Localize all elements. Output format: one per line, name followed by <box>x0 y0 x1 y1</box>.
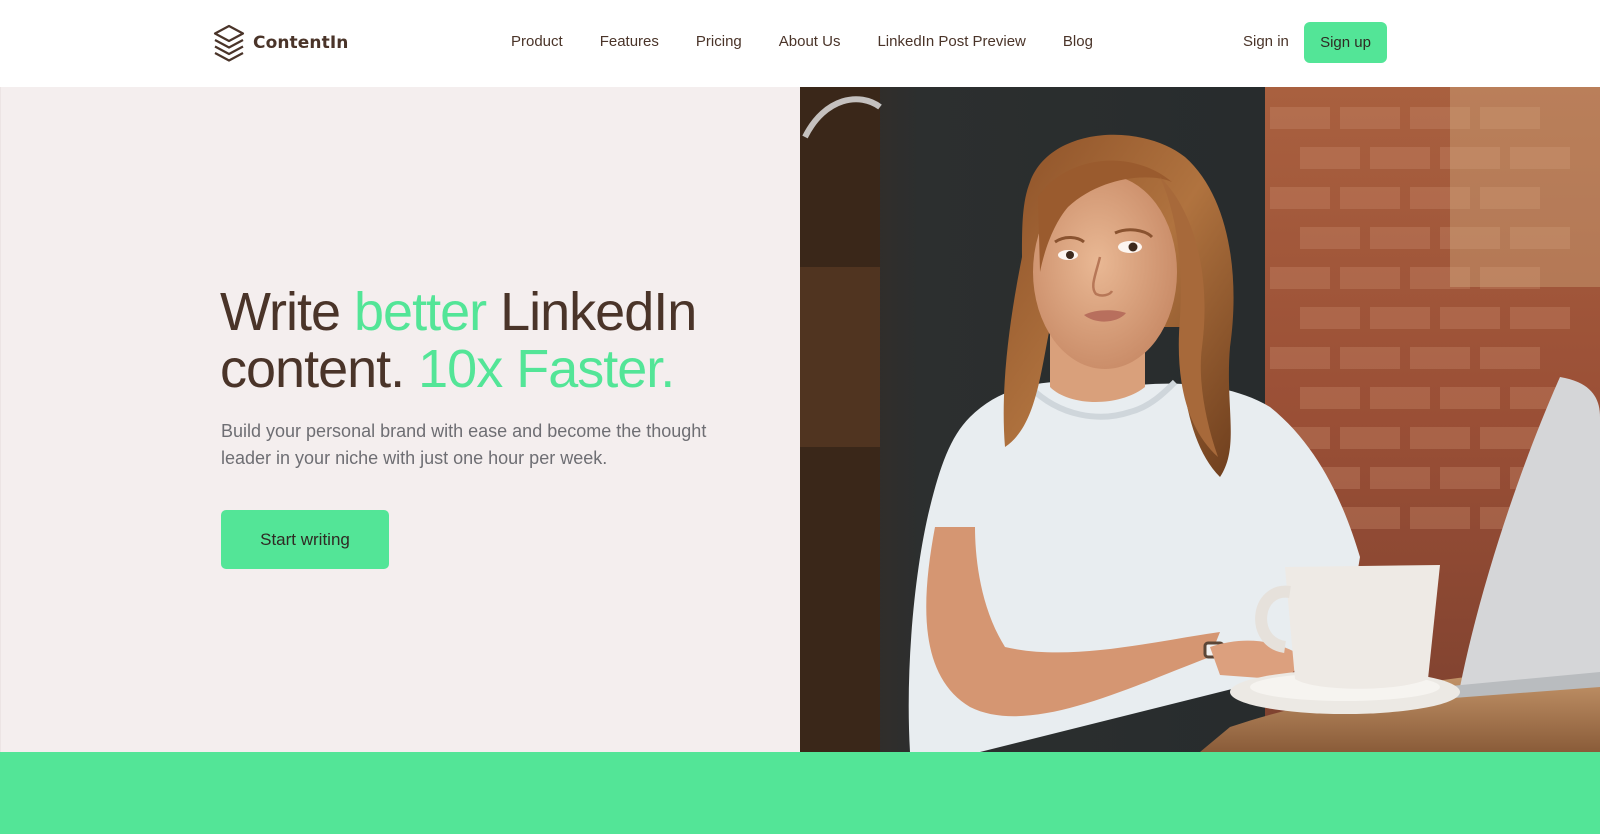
start-writing-button[interactable]: Start writing <box>221 510 389 569</box>
main-nav: Product Features Pricing About Us Linked… <box>511 31 1093 53</box>
brand-name: ContentIn <box>253 33 349 53</box>
hero-subtext: Build your personal brand with ease and … <box>221 421 707 468</box>
nav-linkedin-post-preview[interactable]: LinkedIn Post Preview <box>877 31 1025 53</box>
nav-pricing[interactable]: Pricing <box>696 31 742 53</box>
accent-band <box>0 752 1600 834</box>
headline-accent-better: better <box>354 282 487 342</box>
headline-text-1: Write <box>220 282 355 342</box>
woman-at-laptop-photo <box>800 87 1600 752</box>
stacked-layers-icon <box>213 24 245 62</box>
hero-photo <box>800 87 1600 752</box>
nav-product[interactable]: Product <box>511 31 563 53</box>
headline-accent-faster: 10x Faster. <box>418 339 675 399</box>
nav-blog[interactable]: Blog <box>1063 31 1093 53</box>
nav-features[interactable]: Features <box>600 31 659 53</box>
site-header: ContentIn Product Features Pricing About… <box>0 0 1600 86</box>
hero-headline: Write better LinkedIn content. 10x Faste… <box>220 284 780 398</box>
nav-about-us[interactable]: About Us <box>779 31 841 53</box>
brand-logo[interactable]: ContentIn <box>213 24 348 62</box>
sign-up-button[interactable]: Sign up <box>1304 22 1387 63</box>
sign-in-link[interactable]: Sign in <box>1243 31 1289 53</box>
